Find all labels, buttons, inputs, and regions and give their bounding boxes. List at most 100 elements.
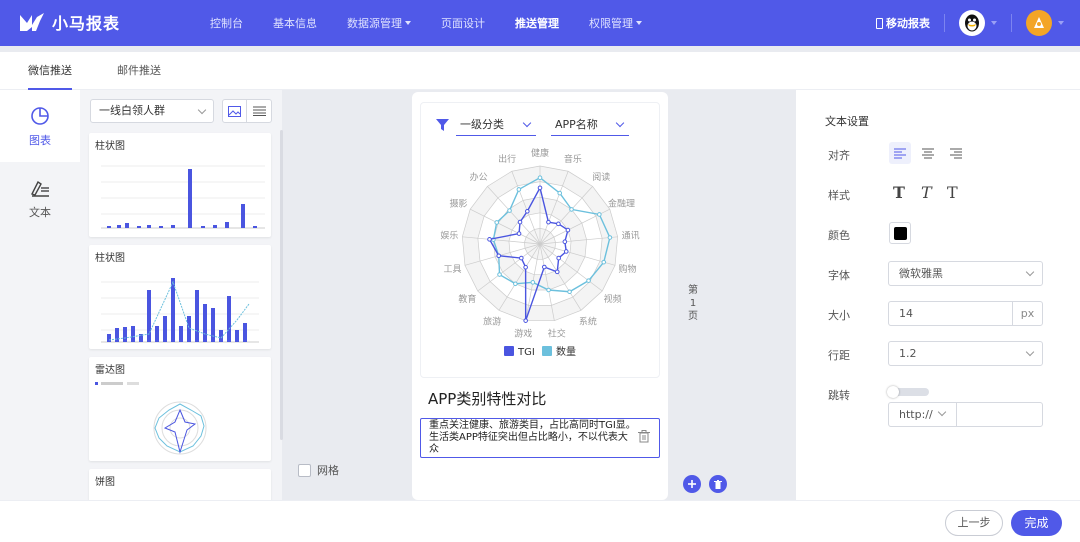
text-pen-icon xyxy=(31,180,49,197)
app-name-filter-select[interactable]: APP名称 xyxy=(551,114,629,136)
nav-item-console[interactable]: 控制台 xyxy=(210,15,243,31)
mobile-report-link[interactable]: 移动报表 xyxy=(876,15,930,31)
tab-email-push[interactable]: 邮件推送 xyxy=(117,52,161,90)
radar-point xyxy=(569,207,574,212)
app-name-filter-value: APP名称 xyxy=(555,118,598,131)
nav-item-datasource[interactable]: 数据源管理 xyxy=(347,15,411,31)
plus-icon xyxy=(688,480,696,488)
underline-style-button[interactable]: T xyxy=(947,183,958,202)
radar-point xyxy=(516,231,522,236)
audience-select[interactable]: 一线白领人群 xyxy=(90,99,214,123)
previous-step-button[interactable]: 上一步 xyxy=(945,510,1003,536)
template-card-bar-1[interactable]: 柱状图 xyxy=(89,133,271,237)
chevron-down-icon[interactable] xyxy=(1058,21,1064,25)
nav-item-page-design[interactable]: 页面设计 xyxy=(441,15,485,31)
align-right-button[interactable] xyxy=(945,142,967,164)
grid-toggle[interactable]: 网格 xyxy=(298,462,339,478)
nav-label: 权限管理 xyxy=(589,17,633,30)
align-left-button[interactable] xyxy=(889,142,911,164)
type-text[interactable]: 文本 xyxy=(0,162,80,234)
qq-icon[interactable] xyxy=(959,10,985,36)
radar-point xyxy=(565,227,571,233)
type-chart[interactable]: 图表 xyxy=(0,90,80,162)
legend-label: 数量 xyxy=(556,345,576,358)
type-text-label: 文本 xyxy=(29,206,51,219)
radar-point xyxy=(497,272,502,277)
chevron-down-icon xyxy=(615,118,625,128)
template-title: 雷达图 xyxy=(95,365,125,376)
line-height-select[interactable]: 1.2 xyxy=(888,341,1043,366)
bar-chart-thumbnail xyxy=(101,165,265,229)
radar-point xyxy=(546,287,551,293)
tab-wechat-push[interactable]: 微信推送 xyxy=(28,52,72,90)
toggle-knob xyxy=(887,386,899,398)
protocol-value: http:// xyxy=(899,408,933,421)
size-label: 大小 xyxy=(828,309,850,322)
trash-icon[interactable] xyxy=(638,430,650,443)
radar-category-label: 社交 xyxy=(548,327,566,339)
radar-point xyxy=(607,235,613,240)
chart-description-textarea[interactable]: 重点关注健康、旅游类目，占比高同时TGI显。生活类APP特征突出但占比略小，不以… xyxy=(420,418,660,458)
radar-point xyxy=(557,190,563,196)
delete-page-button[interactable] xyxy=(709,475,727,493)
add-page-button[interactable] xyxy=(683,475,701,493)
phone-icon xyxy=(876,17,883,29)
radar-point xyxy=(562,239,568,244)
list-view-button[interactable] xyxy=(247,100,271,122)
chevron-down-icon xyxy=(1025,347,1035,357)
protocol-select[interactable]: http:// xyxy=(889,403,957,426)
bold-button[interactable]: T xyxy=(893,183,905,202)
category-filter-select[interactable]: 一级分类 xyxy=(456,114,536,136)
logo[interactable]: 小马报表 xyxy=(18,10,120,34)
nav-item-basic-info[interactable]: 基本信息 xyxy=(273,15,317,31)
radar-category-label: 购物 xyxy=(619,263,637,275)
radar-point xyxy=(537,175,543,181)
link-url-input[interactable]: http:// xyxy=(888,402,1043,427)
chevron-down-icon[interactable] xyxy=(991,21,997,25)
footer-bar xyxy=(0,500,1080,542)
chart-title[interactable]: APP类别特性对比 xyxy=(428,388,546,409)
radar-category-label: 健康 xyxy=(531,147,549,159)
nav-item-push[interactable]: 推送管理 xyxy=(515,15,559,31)
chevron-down-icon xyxy=(197,105,207,115)
template-card-bar-2[interactable]: 柱状图 xyxy=(89,245,271,349)
align-center-button[interactable] xyxy=(917,142,939,164)
grid-checkbox[interactable] xyxy=(298,463,311,477)
done-button[interactable]: 完成 xyxy=(1011,510,1062,536)
page-indicator: 第 1 页 xyxy=(686,284,700,323)
radar-category-label: 系统 xyxy=(579,315,597,327)
radar-point xyxy=(597,212,602,217)
category-filter-value: 一级分类 xyxy=(460,118,504,131)
pie-chart-icon xyxy=(31,107,49,125)
radar-point xyxy=(507,208,512,213)
line-height-value: 1.2 xyxy=(899,347,917,360)
italic-button[interactable]: T xyxy=(921,183,932,202)
color-swatch xyxy=(893,226,907,240)
align-label: 对齐 xyxy=(828,149,850,162)
page-number: 1 xyxy=(689,298,697,309)
line-height-label: 行距 xyxy=(828,349,850,362)
user-avatar[interactable] xyxy=(1026,10,1052,36)
font-select[interactable]: 微软雅黑 xyxy=(888,261,1043,286)
chevron-down-icon xyxy=(405,21,411,25)
color-picker[interactable] xyxy=(889,222,911,244)
legend-label: TGI xyxy=(517,347,535,358)
main-nav: 控制台 基本信息 数据源管理 页面设计 推送管理 权限管理 xyxy=(210,0,672,46)
radar-point xyxy=(537,185,543,191)
radar-category-label: 旅游 xyxy=(483,315,501,327)
radar-category-label: 娱乐 xyxy=(440,230,458,242)
filter-icon[interactable] xyxy=(436,119,449,131)
style-label: 样式 xyxy=(828,189,850,202)
radar-point xyxy=(556,255,561,261)
app-title: 小马报表 xyxy=(52,14,121,33)
audience-select-value: 一线白领人群 xyxy=(99,104,165,117)
view-toggle xyxy=(222,99,272,123)
font-size-input[interactable]: 14 px xyxy=(888,301,1043,326)
link-toggle[interactable] xyxy=(887,386,929,398)
radar-point xyxy=(546,219,551,225)
nav-item-permission[interactable]: 权限管理 xyxy=(589,15,642,31)
radar-point xyxy=(567,289,572,295)
template-card-radar[interactable]: 雷达图 xyxy=(89,357,271,461)
grid-view-button[interactable] xyxy=(223,100,248,122)
push-tabs: 微信推送 邮件推送 xyxy=(0,52,1080,90)
